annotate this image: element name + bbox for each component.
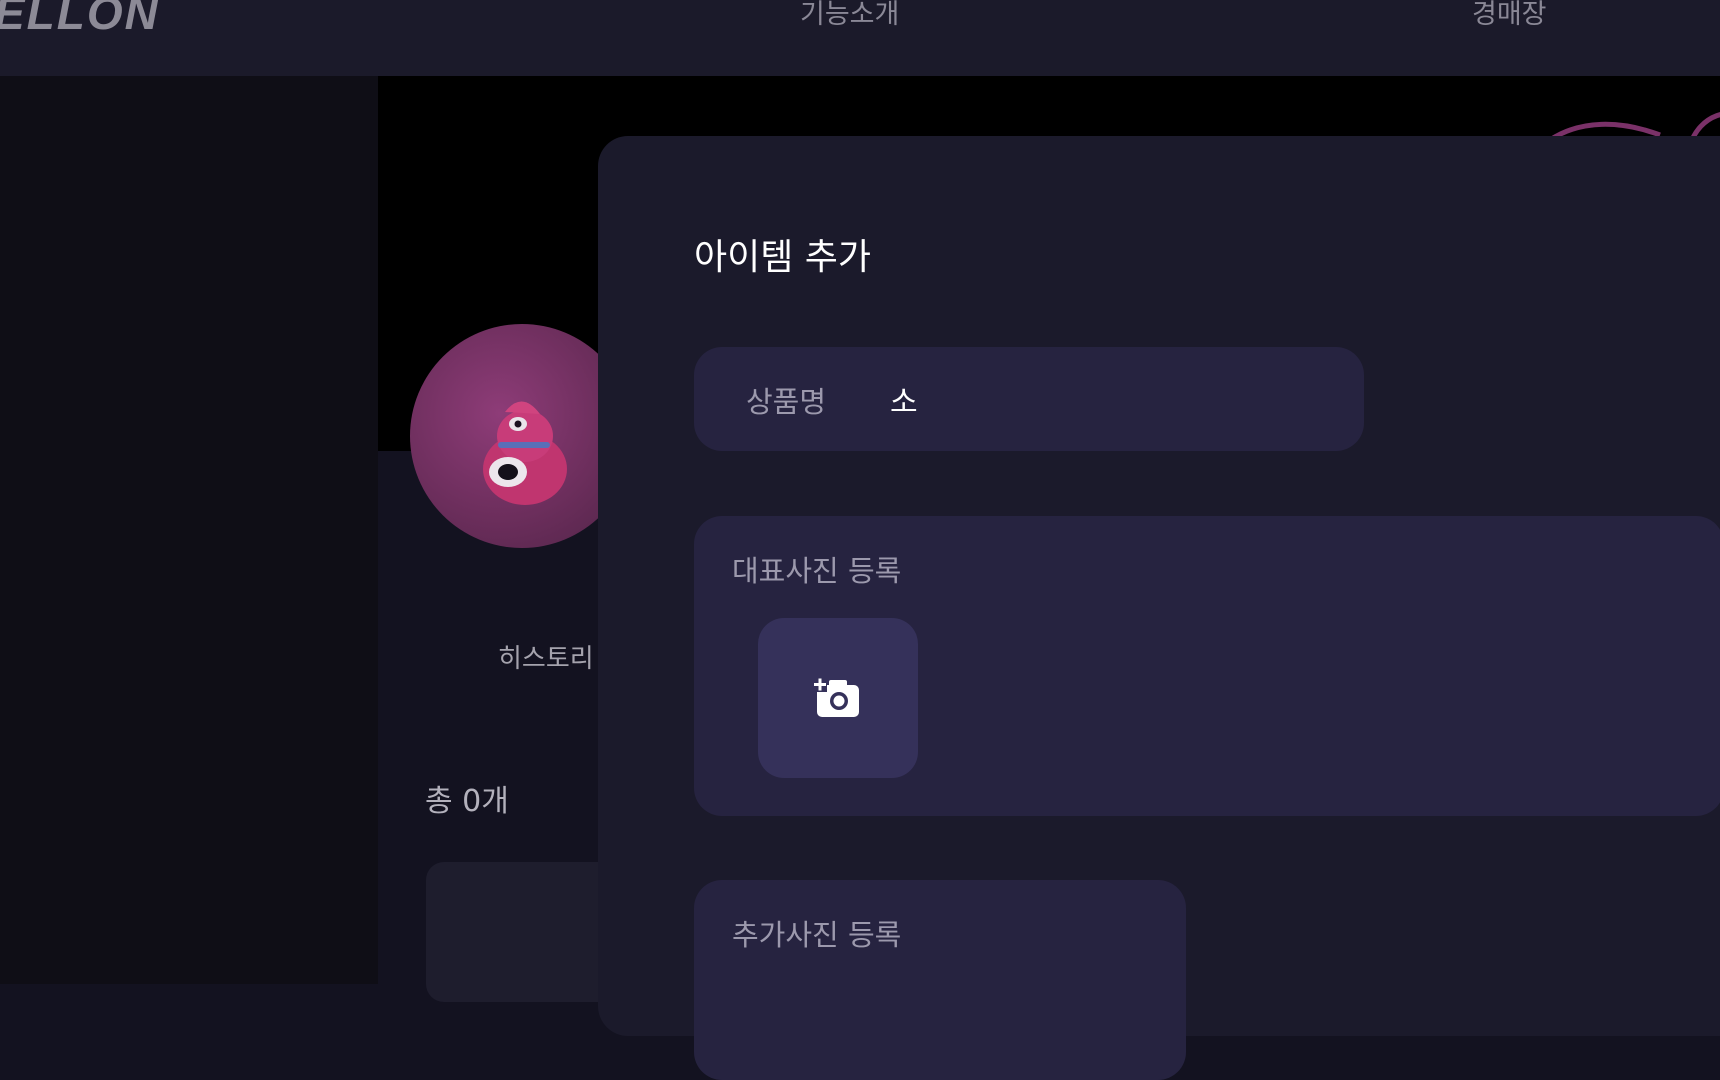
left-panel [0,76,378,984]
logo[interactable]: ELLON [0,0,160,40]
nav-link-auction[interactable]: 경매장 [1472,0,1547,31]
history-tab[interactable]: 히스토리 [498,638,594,675]
top-nav-bar: ELLON 기능소개 경매장 [0,0,1720,76]
product-name-field[interactable]: 상품명 소 [694,347,1364,451]
add-photo-icon [813,678,859,717]
main-photo-section: 대표사진 등록 [694,516,1720,816]
nav-link-features[interactable]: 기능소개 [800,0,899,31]
extra-photo-section: 추가사진 등록 [694,880,1186,1080]
product-name-input[interactable]: 소 [890,377,918,421]
main-photo-label: 대표사진 등록 [732,554,902,588]
main-photo-upload-button[interactable] [758,618,918,778]
modal-title: 아이템 추가 [694,237,872,278]
extra-photo-label: 추가사진 등록 [732,918,902,952]
product-name-label: 상품명 [746,385,827,419]
total-count: 총 0개 [425,784,509,819]
